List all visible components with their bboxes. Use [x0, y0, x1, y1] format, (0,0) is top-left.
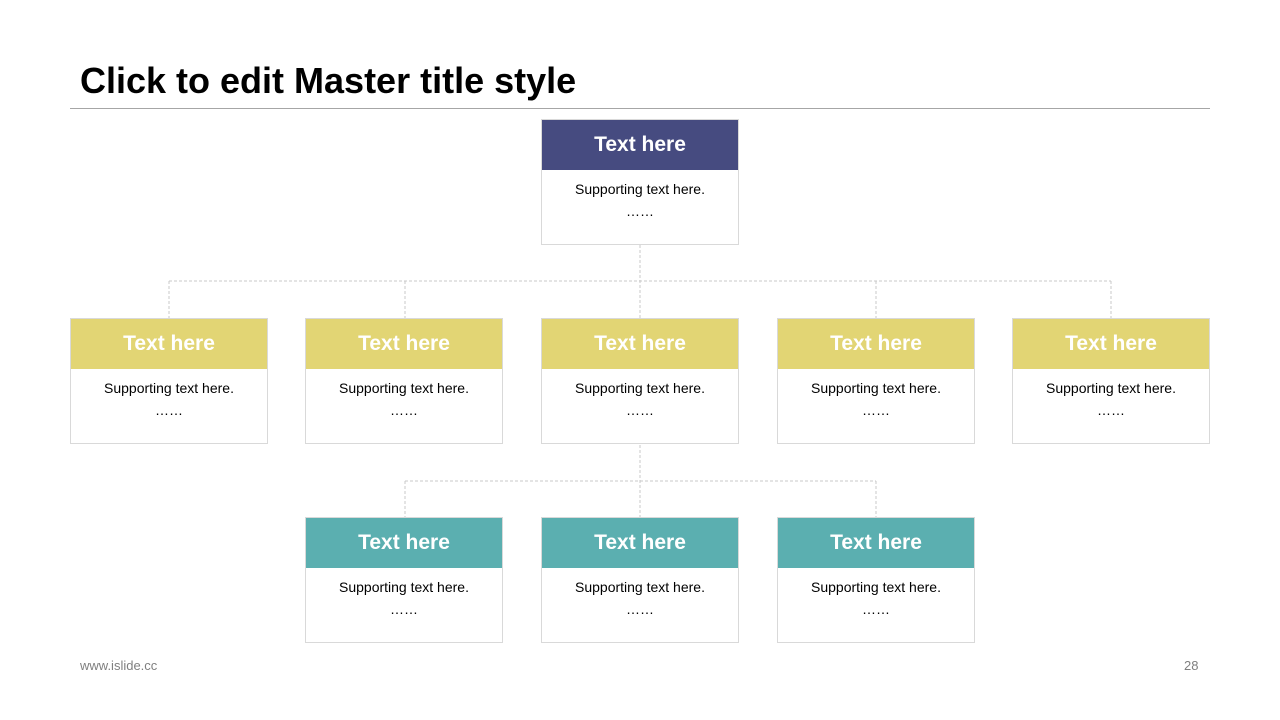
org-box-level2-2[interactable]: Text here Supporting text here. …… [541, 517, 739, 643]
org-box-level1-5[interactable]: Text here Supporting text here. …… [1012, 318, 1210, 444]
org-box-supporting-text: Supporting text here. [575, 380, 705, 396]
org-box-root-supporting-text: Supporting text here. [575, 181, 705, 197]
org-box-supporting-text: Supporting text here. [811, 579, 941, 595]
org-box-level1-2[interactable]: Text here Supporting text here. …… [305, 318, 503, 444]
org-box-ellipsis: …… [626, 402, 654, 418]
org-box-title: Text here [778, 518, 974, 568]
org-box-title: Text here [1013, 319, 1209, 369]
org-box-title: Text here [306, 319, 502, 369]
org-box-title: Text here [542, 518, 738, 568]
org-box-supporting-text: Supporting text here. [339, 380, 469, 396]
org-box-level2-1[interactable]: Text here Supporting text here. …… [305, 517, 503, 643]
org-box-ellipsis: …… [862, 402, 890, 418]
org-box-title: Text here [306, 518, 502, 568]
org-box-supporting-text: Supporting text here. [1046, 380, 1176, 396]
org-box-root[interactable]: Text here Supporting text here. …… [541, 119, 739, 245]
org-box-title: Text here [542, 319, 738, 369]
org-box-root-title: Text here [542, 120, 738, 170]
org-box-supporting-text: Supporting text here. [104, 380, 234, 396]
org-box-ellipsis: …… [390, 402, 418, 418]
org-box-title: Text here [778, 319, 974, 369]
org-box-ellipsis: …… [862, 601, 890, 617]
org-box-supporting-text: Supporting text here. [811, 380, 941, 396]
footer-url: www.islide.cc [80, 658, 158, 673]
org-box-title: Text here [71, 319, 267, 369]
org-box-root-ellipsis: …… [626, 203, 654, 219]
page-number: 28 [1184, 658, 1199, 673]
org-box-supporting-text: Supporting text here. [575, 579, 705, 595]
org-box-ellipsis: …… [390, 601, 418, 617]
org-box-ellipsis: …… [155, 402, 183, 418]
org-box-level1-4[interactable]: Text here Supporting text here. …… [777, 318, 975, 444]
org-box-ellipsis: …… [626, 601, 654, 617]
org-box-level1-1[interactable]: Text here Supporting text here. …… [70, 318, 268, 444]
org-box-supporting-text: Supporting text here. [339, 579, 469, 595]
org-box-ellipsis: …… [1097, 402, 1125, 418]
org-box-level2-3[interactable]: Text here Supporting text here. …… [777, 517, 975, 643]
org-box-level1-3[interactable]: Text here Supporting text here. …… [541, 318, 739, 444]
